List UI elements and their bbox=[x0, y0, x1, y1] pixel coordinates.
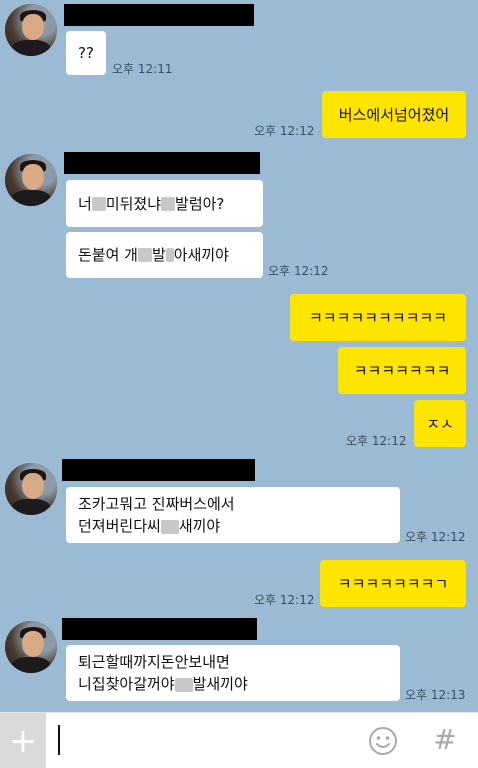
input-bar: + # bbox=[0, 712, 478, 768]
blurred-text bbox=[91, 196, 106, 211]
message-line: 퇴근할때까지돈안보내면 bbox=[78, 653, 230, 671]
blurred-text bbox=[174, 677, 193, 692]
message-text: 발럼아? bbox=[175, 194, 225, 213]
message-input[interactable] bbox=[46, 713, 346, 768]
sender-name-redacted bbox=[64, 152, 260, 174]
message-text: 돈붙여 개 bbox=[78, 246, 138, 264]
plus-button[interactable]: + bbox=[0, 713, 46, 768]
avatar[interactable] bbox=[5, 463, 57, 515]
avatar[interactable] bbox=[5, 4, 57, 56]
message-bubble: 조카고뭐고 진짜버스에서 던져버린다씨 새끼야 bbox=[66, 487, 400, 543]
message-bubble-outgoing: 버스에서넘어졌어 bbox=[322, 91, 466, 138]
message-bubble: 돈붙여 개 발 아새끼야 bbox=[66, 232, 263, 278]
blurred-text bbox=[137, 248, 152, 262]
blurred-text bbox=[161, 196, 176, 211]
text-cursor bbox=[58, 725, 60, 755]
message-text: 미뒤졌냐 bbox=[105, 194, 162, 213]
avatar[interactable] bbox=[5, 621, 57, 673]
emoji-button[interactable] bbox=[368, 726, 398, 756]
message-time: 오후 12:12 bbox=[346, 434, 407, 448]
chat-area[interactable]: ?? 오후 12:11 오후 12:12 버스에서넘어졌어 너 미뒤졌냐 발럼아?… bbox=[0, 0, 478, 712]
message-bubble-outgoing: ㅋㅋㅋㅋㅋㅋㅋㅋㅋㅋ bbox=[290, 294, 466, 341]
message-bubble-outgoing: ㅋㅋㅋㅋㅋㅋㅋ bbox=[338, 347, 466, 394]
message-line: 던져버린다씨 새끼야 bbox=[78, 517, 221, 535]
sender-name-redacted bbox=[62, 618, 257, 640]
message-time: 오후 12:12 bbox=[268, 264, 329, 278]
message-text: 너 bbox=[78, 194, 92, 213]
message-bubble-outgoing: ㅈㅅ bbox=[414, 400, 466, 447]
message-line: 조카고뭐고 진짜버스에서 bbox=[78, 495, 235, 513]
avatar[interactable] bbox=[5, 154, 57, 206]
message-bubble-outgoing: ㅋㅋㅋㅋㅋㅋㅋㄱ bbox=[320, 560, 466, 607]
message-time: 오후 12:13 bbox=[405, 688, 466, 702]
message-time: 오후 12:11 bbox=[112, 62, 173, 76]
message-time: 오후 12:12 bbox=[405, 530, 466, 544]
message-bubble: 퇴근할때까지돈안보내면 니집찾아갈꺼야 발새끼야 bbox=[66, 645, 400, 701]
message-text: 아새끼야 bbox=[173, 246, 229, 264]
blurred-text bbox=[165, 248, 174, 262]
message-text: 발 bbox=[151, 246, 166, 264]
blurred-text bbox=[160, 519, 179, 534]
hash-button[interactable]: # bbox=[430, 723, 460, 757]
message-bubble: 너 미뒤졌냐 발럼아? bbox=[66, 180, 263, 227]
sender-name-redacted bbox=[62, 459, 255, 481]
message-line: 니집찾아갈꺼야 발새끼야 bbox=[78, 675, 248, 693]
plus-icon: + bbox=[8, 720, 38, 761]
message-bubble: ?? bbox=[66, 31, 106, 75]
emoji-icon bbox=[369, 727, 397, 755]
message-time: 오후 12:12 bbox=[254, 124, 315, 138]
message-time: 오후 12:12 bbox=[254, 593, 315, 607]
hash-icon: # bbox=[433, 723, 457, 756]
sender-name-redacted bbox=[64, 4, 254, 26]
